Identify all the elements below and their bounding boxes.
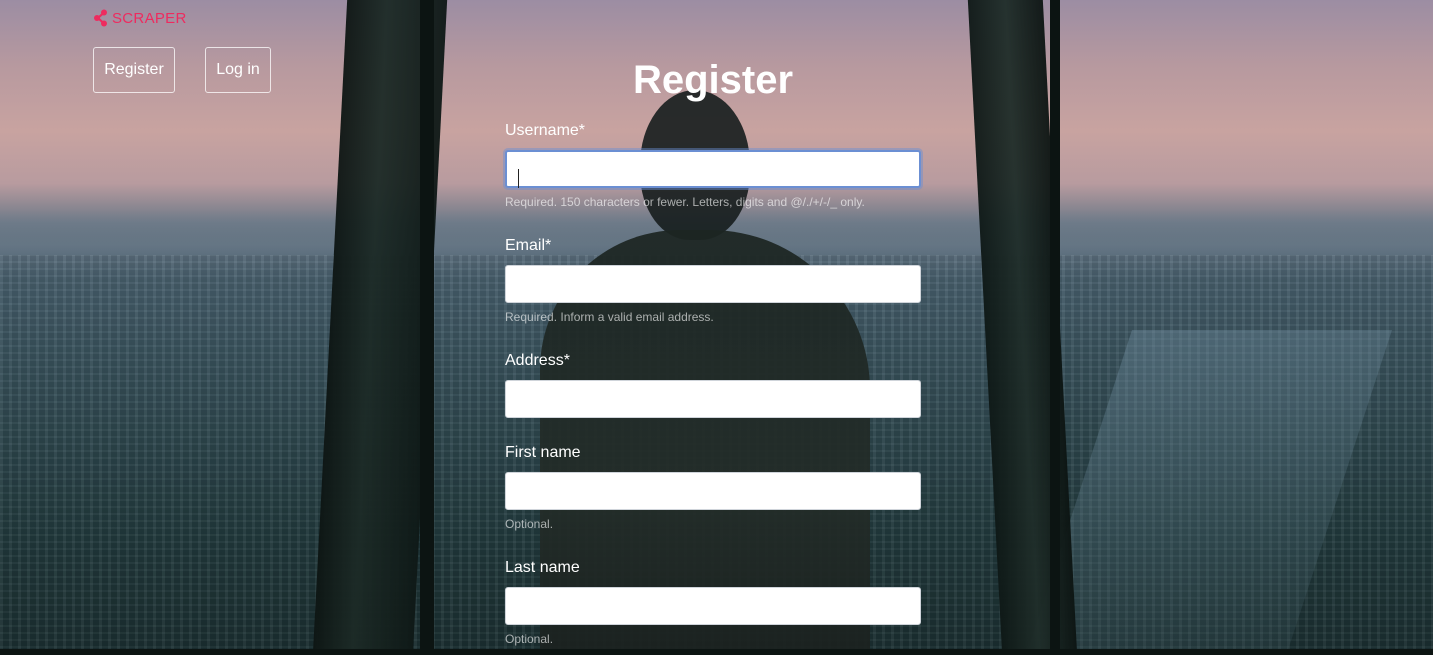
email-label: Email* <box>505 237 552 254</box>
page-title: Register <box>632 58 794 102</box>
register-button[interactable]: Register <box>93 47 175 93</box>
username-field-group: Username* Required. 150 characters or fe… <box>505 122 921 209</box>
first-name-input[interactable] <box>505 472 921 510</box>
last-name-field-group: Last name Optional. <box>505 559 921 646</box>
brand-name: SCRAPER <box>112 9 187 27</box>
first-name-label: First name <box>505 444 581 461</box>
username-help-text: Required. 150 characters or fewer. Lette… <box>505 195 865 209</box>
address-field-group: Address* <box>505 352 921 418</box>
address-label: Address* <box>505 352 570 369</box>
username-input[interactable] <box>505 150 921 188</box>
last-name-input[interactable] <box>505 587 921 625</box>
email-field-group: Email* Required. Inform a valid email ad… <box>505 237 921 324</box>
username-label: Username* <box>505 122 586 139</box>
first-name-help-text: Optional. <box>505 517 554 531</box>
text-cursor <box>518 169 519 188</box>
share-nodes-icon <box>93 9 109 27</box>
last-name-label: Last name <box>505 559 580 576</box>
last-name-help-text: Optional. <box>505 632 554 646</box>
login-button[interactable]: Log in <box>205 47 271 93</box>
address-input[interactable] <box>505 380 921 418</box>
email-input[interactable] <box>505 265 921 303</box>
first-name-field-group: First name Optional. <box>505 444 921 531</box>
email-help-text: Required. Inform a valid email address. <box>505 310 714 324</box>
brand-logo[interactable]: SCRAPER <box>93 9 187 27</box>
